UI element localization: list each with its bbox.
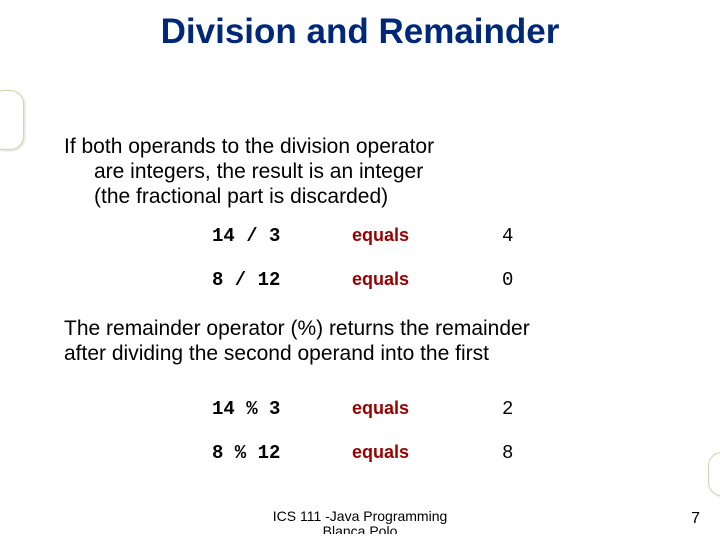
result-cell: 4 <box>502 225 562 247</box>
slide-footer: ICS 111 -Java Programming Blanca Polo <box>273 509 448 534</box>
result-cell: 0 <box>502 269 562 291</box>
slide-title: Division and Remainder <box>0 0 720 60</box>
equals-cell: equals <box>352 398 502 419</box>
equals-cell: equals <box>352 225 502 246</box>
page-number: 7 <box>691 510 700 528</box>
table-row: 14 / 3 equals 4 <box>212 225 632 247</box>
result-cell: 2 <box>502 398 562 420</box>
decorative-bubble-left <box>0 90 24 150</box>
table-row: 14 % 3 equals 2 <box>212 398 632 420</box>
table-row: 8 / 12 equals 0 <box>212 269 632 291</box>
expression-cell: 8 % 12 <box>212 442 352 464</box>
equals-cell: equals <box>352 269 502 290</box>
division-examples-table: 14 / 3 equals 4 8 / 12 equals 0 <box>212 225 632 313</box>
para1-line2: are integers, the result is an integer <box>94 159 504 184</box>
intro-paragraph-remainder: The remainder operator (%) returns the r… <box>64 316 624 366</box>
decorative-bubble-right <box>708 452 720 496</box>
para1-line1: If both operands to the division operato… <box>64 134 504 159</box>
footer-line1: ICS 111 -Java Programming <box>273 508 448 524</box>
equals-cell: equals <box>352 442 502 463</box>
expression-cell: 8 / 12 <box>212 269 352 291</box>
intro-paragraph-division: If both operands to the division operato… <box>64 134 504 210</box>
remainder-examples-table: 14 % 3 equals 2 8 % 12 equals 8 <box>212 398 632 486</box>
para2-line2: after dividing the second operand into t… <box>64 341 624 366</box>
footer-line2: Blanca Polo <box>273 524 448 534</box>
expression-cell: 14 / 3 <box>212 225 352 247</box>
table-row: 8 % 12 equals 8 <box>212 442 632 464</box>
expression-cell: 14 % 3 <box>212 398 352 420</box>
result-cell: 8 <box>502 442 562 464</box>
para2-line1: The remainder operator (%) returns the r… <box>64 316 624 341</box>
para1-line3: (the fractional part is discarded) <box>94 184 504 209</box>
